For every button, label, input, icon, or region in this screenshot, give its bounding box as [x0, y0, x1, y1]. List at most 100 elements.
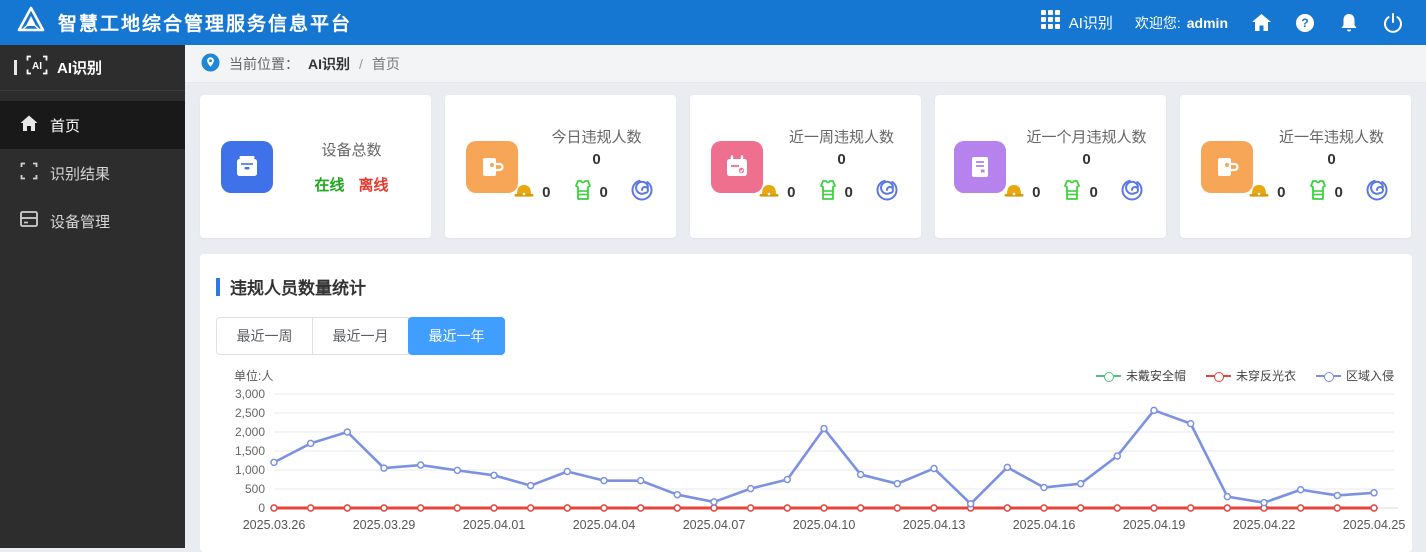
- tab-last-month[interactable]: 最近一月: [312, 317, 409, 355]
- breadcrumb-root[interactable]: AI识别: [308, 54, 350, 74]
- svg-text:?: ?: [1301, 16, 1308, 30]
- home-icon[interactable]: [1250, 12, 1272, 34]
- main-content: 当前位置： AI识别 / 首页 设备总数 在线 离线 今日违规人数 0 0 0 …: [185, 45, 1426, 552]
- violations-month-icon: [954, 140, 1007, 193]
- ai-module-icon: AI: [26, 55, 48, 80]
- card-violations-week: 近一周违规人数 0 0 0: [690, 95, 921, 238]
- svg-text:2,500: 2,500: [235, 406, 265, 420]
- svg-text:2025.03.26: 2025.03.26: [243, 518, 306, 532]
- card-total: 0: [1082, 151, 1091, 168]
- intrusion-spiral-icon: [875, 178, 899, 207]
- card-title: 设备总数: [321, 141, 382, 159]
- intrusion-spiral-icon: [1120, 178, 1144, 207]
- scan-icon: [20, 162, 38, 184]
- chart-legend: 未戴安全帽 未穿反光衣 区域入侵: [1095, 367, 1394, 384]
- username: admin: [1186, 14, 1228, 31]
- sidebar-item-label: 首页: [50, 117, 81, 135]
- card-title: 近一个月违规人数: [1026, 129, 1147, 146]
- line-chart[interactable]: 0 500 1,000 1,500 2,000 2,500 3,000 2025.03.26 2…: [216, 386, 1405, 543]
- vest-count: 0: [844, 184, 853, 201]
- panel-title: 违规人员数量统计: [230, 279, 366, 298]
- helmet-icon: [513, 183, 535, 203]
- device-icon: [20, 211, 38, 231]
- tab-last-week[interactable]: 最近一周: [216, 317, 313, 355]
- range-tabs: 最近一周 最近一月 最近一年: [216, 317, 1398, 355]
- helmet-count: 0: [787, 184, 796, 201]
- card-violations-month: 近一个月违规人数 0 0 0: [935, 95, 1166, 238]
- legend-item-vest[interactable]: 未穿反光衣: [1205, 367, 1296, 384]
- card-total: 0: [837, 151, 846, 168]
- sidebar: AI AI识别 首页 识别结果 设备管理: [0, 45, 185, 548]
- vest-icon: [1062, 179, 1082, 206]
- card-title: 近一年违规人数: [1278, 129, 1384, 146]
- sidebar-item-device-management[interactable]: 设备管理: [0, 197, 185, 245]
- helmet-icon: [758, 183, 780, 203]
- legend-item-helmet[interactable]: 未戴安全帽: [1095, 367, 1186, 384]
- welcome-text: 欢迎您: admin: [1134, 14, 1228, 31]
- app-logo-icon: [16, 6, 46, 39]
- svg-text:2025.04.04: 2025.04.04: [573, 518, 636, 532]
- svg-text:2025.04.13: 2025.04.13: [903, 518, 966, 532]
- vest-icon: [818, 179, 838, 206]
- breadcrumb-current: 首页: [371, 55, 400, 72]
- legend-item-intrusion[interactable]: 区域入侵: [1315, 367, 1394, 384]
- violations-chart-panel: 违规人员数量统计 最近一周 最近一月 最近一年 单位:人 未戴安全帽 未穿反光衣: [200, 254, 1412, 552]
- tab-last-year[interactable]: 最近一年: [408, 317, 505, 355]
- svg-text:3,000: 3,000: [235, 387, 265, 401]
- vest-count: 0: [599, 184, 608, 201]
- legend-marker: [1315, 371, 1341, 382]
- svg-text:1,000: 1,000: [235, 463, 265, 477]
- vest-icon: [1308, 179, 1328, 206]
- card-violations-today: 今日违规人数 0 0 0: [445, 95, 676, 238]
- sidebar-item-home[interactable]: 首页: [0, 101, 185, 149]
- card-total: 0: [1327, 151, 1336, 168]
- sidebar-item-label: 设备管理: [50, 213, 111, 231]
- svg-text:2025.04.22: 2025.04.22: [1233, 518, 1296, 532]
- location-pin-icon: [201, 53, 220, 75]
- helmet-icon: [1003, 183, 1025, 203]
- svg-text:2025.04.10: 2025.04.10: [793, 518, 856, 532]
- svg-text:2025.03.29: 2025.03.29: [353, 518, 416, 532]
- help-icon[interactable]: ?: [1294, 12, 1316, 34]
- svg-text:2025.04.01: 2025.04.01: [463, 518, 526, 532]
- helmet-icon: [1248, 183, 1270, 203]
- card-device-total: 设备总数 在线 离线: [200, 95, 431, 238]
- svg-text:2,000: 2,000: [235, 425, 265, 439]
- card-title: 近一周违规人数: [788, 129, 894, 146]
- device-total-icon: [220, 140, 273, 193]
- intrusion-spiral-icon: [630, 178, 654, 207]
- violations-week-icon: [710, 140, 763, 193]
- sidebar-accent-bar: [14, 60, 17, 75]
- app-header: 智慧工地综合管理服务信息平台 AI识别 欢迎您: admin ?: [0, 0, 1426, 45]
- card-violations-year: 近一年违规人数 0 0 0: [1180, 95, 1411, 238]
- breadcrumb-prefix: 当前位置：: [229, 55, 299, 72]
- legend-label: 未戴安全帽: [1125, 369, 1186, 383]
- sidebar-item-recognition-results[interactable]: 识别结果: [0, 149, 185, 197]
- app-title: 智慧工地综合管理服务信息平台: [58, 14, 353, 35]
- panel-title-accent: [216, 277, 220, 296]
- svg-text:2025.04.07: 2025.04.07: [683, 518, 746, 532]
- vest-count: 0: [1334, 184, 1343, 201]
- line-chart-svg: 0 500 1,000 1,500 2,000 2,500 3,000 2025.03.26 2…: [235, 387, 1406, 532]
- card-total: 0: [592, 151, 601, 168]
- app-switcher-label: AI识别: [1068, 15, 1113, 32]
- helmet-count: 0: [542, 184, 551, 201]
- svg-text:2025.04.19: 2025.04.19: [1123, 518, 1186, 532]
- helmet-count: 0: [1032, 184, 1041, 201]
- svg-text:0: 0: [258, 501, 265, 515]
- intrusion-spiral-icon: [1365, 178, 1389, 207]
- violations-today-icon: [465, 140, 518, 193]
- svg-text:2025.04.25: 2025.04.25: [1343, 518, 1406, 532]
- bell-icon[interactable]: [1338, 12, 1360, 34]
- violations-year-icon: [1200, 140, 1253, 193]
- vest-count: 0: [1089, 184, 1098, 201]
- logout-icon[interactable]: [1382, 12, 1404, 34]
- app-switcher[interactable]: AI识别: [1040, 10, 1113, 35]
- svg-text:1,500: 1,500: [235, 444, 265, 458]
- grid-icon: [1040, 10, 1061, 35]
- sidebar-title: AI识别: [57, 60, 103, 77]
- breadcrumb: 当前位置： AI识别 / 首页: [185, 45, 1426, 83]
- legend-marker: [1095, 371, 1121, 382]
- svg-text:500: 500: [245, 482, 265, 496]
- sidebar-item-label: 识别结果: [50, 165, 111, 183]
